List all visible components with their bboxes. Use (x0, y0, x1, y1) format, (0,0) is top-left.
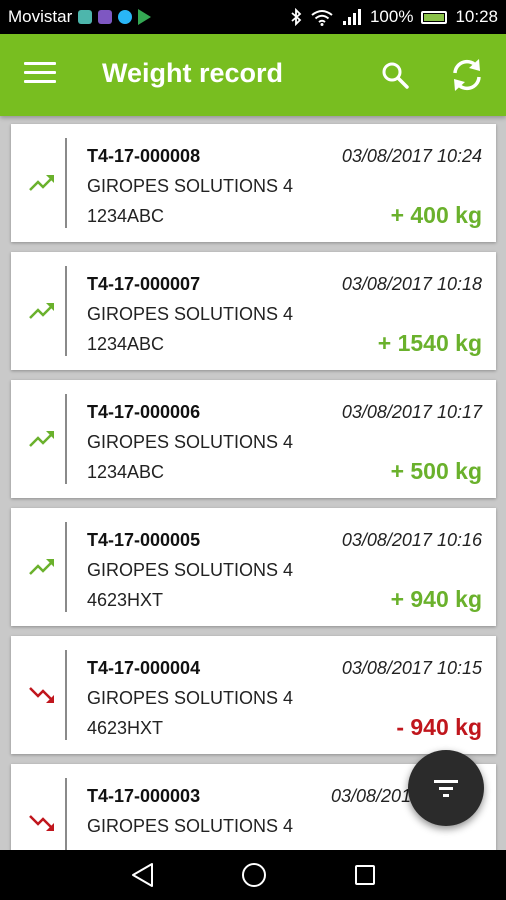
filter-icon (434, 780, 458, 797)
record-plate: 1234ABC (87, 206, 165, 226)
record-date: 03/08/2017 10:24 (341, 146, 482, 166)
record-company: GIROPES SOLUTIONS 4 (87, 560, 294, 580)
record-date: 03/08/2017 10:18 (341, 274, 482, 294)
record-date: 03/08/2017 10:16 (341, 530, 482, 550)
record-weight: - 940 kg (396, 714, 482, 740)
record-plate: 4623HXT (87, 590, 164, 610)
clock: 10:28 (455, 7, 498, 26)
divider (65, 650, 67, 740)
record-plate: 4623HXT (87, 718, 164, 738)
menu-icon[interactable] (24, 62, 56, 88)
divider (65, 266, 67, 356)
record-card[interactable]: T4-17-000007 03/08/2017 10:18 GIROPES SO… (11, 252, 496, 370)
divider (65, 138, 67, 228)
carrier-label: Movistar (8, 7, 73, 26)
record-plate: 1234ABC (87, 462, 165, 482)
record-code: T4-17-000008 (87, 146, 201, 166)
record-company: GIROPES SOLUTIONS 4 (87, 688, 294, 708)
app-bar: Weight record (0, 34, 506, 116)
divider (65, 778, 67, 850)
signal-icon (342, 9, 361, 25)
record-code: T4-17-000007 (87, 274, 201, 294)
refresh-icon[interactable] (446, 54, 488, 96)
record-company: GIROPES SOLUTIONS 4 (87, 176, 294, 196)
record-card[interactable]: T4-17-000004 03/08/2017 10:15 GIROPES SO… (11, 636, 496, 754)
back-icon[interactable] (130, 862, 156, 888)
divider (65, 394, 67, 484)
notification-app-icon (98, 10, 113, 24)
trending-down-icon (29, 815, 54, 831)
home-icon[interactable] (241, 862, 267, 888)
record-card[interactable]: T4-17-000008 03/08/2017 10:24 GIROPES SO… (11, 124, 496, 242)
record-code: T4-17-000005 (87, 530, 201, 550)
trending-up-icon (29, 303, 54, 319)
record-company: GIROPES SOLUTIONS 4 (87, 816, 294, 836)
page-title: Weight record (102, 58, 284, 88)
weight-record-list: T4-17-000008 03/08/2017 10:24 GIROPES SO… (0, 116, 506, 850)
record-code: T4-17-000004 (87, 658, 201, 678)
record-weight: + 500 kg (390, 458, 482, 484)
bluetooth-icon (291, 8, 302, 26)
trending-down-icon (29, 687, 54, 703)
record-company: GIROPES SOLUTIONS 4 (87, 304, 294, 324)
search-icon[interactable] (378, 58, 412, 92)
trending-up-icon (29, 175, 54, 191)
record-weight: + 400 kg (390, 202, 482, 228)
record-code: T4-17-000006 (87, 402, 201, 422)
record-card[interactable]: T4-17-000005 03/08/2017 10:16 GIROPES SO… (11, 508, 496, 626)
record-date: 03/08/2017 10:15 (341, 658, 482, 678)
record-company: GIROPES SOLUTIONS 4 (87, 432, 294, 452)
play-store-icon (138, 9, 152, 25)
status-bar: Movistar 100% 10:28 (0, 0, 506, 34)
record-plate: 1234ABC (87, 334, 165, 354)
filter-button[interactable] (408, 750, 484, 826)
record-card[interactable]: T4-17-000006 03/08/2017 10:17 GIROPES SO… (11, 380, 496, 498)
notification-app-icon (78, 10, 93, 24)
recents-icon[interactable] (354, 864, 376, 886)
notification-app-icon (118, 10, 133, 24)
trending-up-icon (29, 431, 54, 447)
record-weight: + 1540 kg (377, 330, 482, 356)
divider (65, 522, 67, 612)
battery-icon (421, 10, 448, 24)
record-weight: + 940 kg (390, 586, 482, 612)
record-date: 03/08/2017 10:17 (341, 402, 482, 422)
navigation-bar (0, 850, 506, 900)
wifi-icon (311, 10, 333, 26)
trending-up-icon (29, 559, 54, 575)
battery-percent: 100% (369, 7, 414, 26)
record-code: T4-17-000003 (87, 786, 201, 806)
